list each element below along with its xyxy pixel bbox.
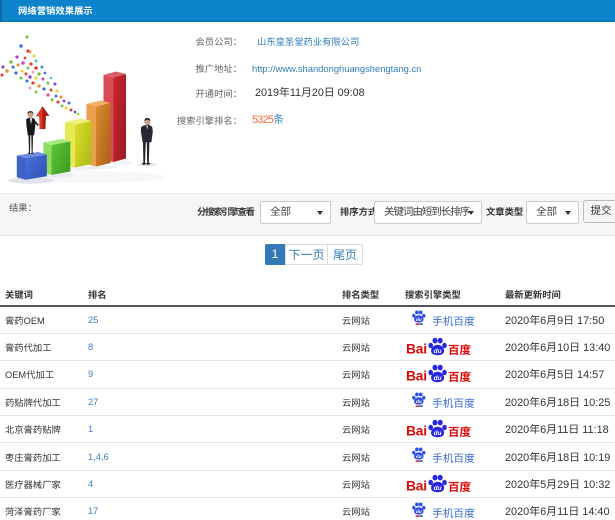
svg-text:百度: 百度 xyxy=(448,479,471,494)
svg-text:百度: 百度 xyxy=(448,342,471,357)
svg-text:du: du xyxy=(434,485,442,492)
svg-text:百度: 百度 xyxy=(448,424,471,439)
svg-text:du: du xyxy=(416,318,422,323)
svg-text:du: du xyxy=(416,509,422,514)
svg-text:du: du xyxy=(434,376,442,383)
svg-text:Bai: Bai xyxy=(406,342,427,357)
svg-text:Bai: Bai xyxy=(406,369,427,384)
svg-text:百度: 百度 xyxy=(448,369,471,384)
svg-text:du: du xyxy=(416,454,422,459)
svg-text:du: du xyxy=(416,399,422,404)
svg-text:du: du xyxy=(434,430,442,437)
svg-text:Bai: Bai xyxy=(406,479,427,494)
svg-text:Bai: Bai xyxy=(406,424,427,439)
svg-text:du: du xyxy=(434,348,442,355)
